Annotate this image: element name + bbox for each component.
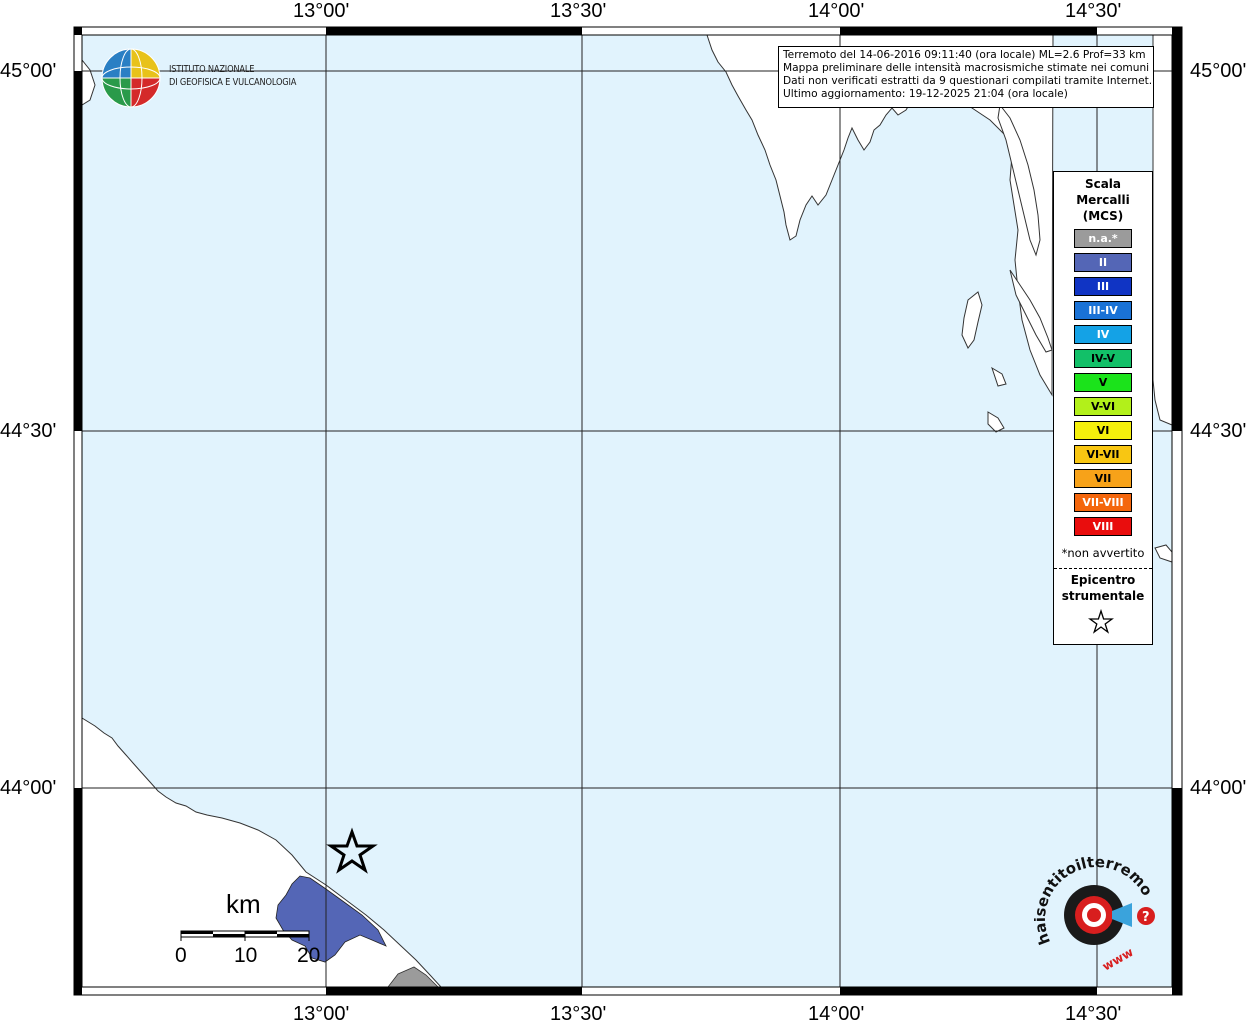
scale-tick-20: 20 bbox=[297, 944, 321, 967]
croatian-coast-right bbox=[1152, 34, 1173, 426]
legend-swatch-vii-viii: VII-VIII bbox=[1074, 493, 1132, 512]
legend-swatch-vi-vii: VI-VII bbox=[1074, 445, 1132, 464]
lat-label-left-1: 45°00' bbox=[0, 60, 57, 82]
lon-label-top-3: 14°00' bbox=[808, 0, 865, 22]
legend-swatch-iv: IV bbox=[1074, 325, 1132, 344]
event-info-line-4: Ultimo aggiornamento: 19-12-2025 21:04 (… bbox=[783, 88, 1068, 100]
legend-epicenter-line-1: Epicentro bbox=[1070, 573, 1136, 587]
legend-swatch-vii: VII bbox=[1074, 469, 1132, 488]
legend-title-line-3: (MCS) bbox=[1082, 209, 1124, 223]
scale-tick-0: 0 bbox=[175, 944, 187, 967]
lat-label-left-3: 44°00' bbox=[0, 777, 57, 799]
lon-label-bottom-2: 13°30' bbox=[550, 1003, 607, 1025]
scale-tick-10: 10 bbox=[234, 944, 258, 967]
institution-line-1: ISTITUTO NAZIONALE bbox=[169, 64, 255, 75]
lon-label-top-2: 13°30' bbox=[550, 0, 607, 22]
lon-label-top-1: 13°00' bbox=[293, 0, 350, 22]
legend-separator bbox=[1054, 568, 1152, 569]
lat-label-right-3: 44°00' bbox=[1190, 777, 1247, 799]
scale-unit: km bbox=[226, 889, 261, 919]
legend-epicenter-line-2: strumentale bbox=[1061, 589, 1145, 603]
badge-url-text: www bbox=[1100, 945, 1136, 973]
event-info-box: Terremoto del 14-06-2016 09:11:40 (ora l… bbox=[778, 46, 1154, 108]
institution-line-2: DI GEOFISICA E VULCANOLOGIA bbox=[169, 77, 297, 88]
legend-swatch-iii-iv: III-IV bbox=[1074, 301, 1132, 320]
legend-swatch-v-vi: V-VI bbox=[1074, 397, 1132, 416]
legend-swatch-viii: VIII bbox=[1074, 517, 1132, 536]
hai-sentito-badge: haisentitoilterremoto.it ? www bbox=[1034, 853, 1156, 973]
legend-title-line-1: Scala bbox=[1084, 177, 1122, 191]
institution-name: ISTITUTO NAZIONALE DI GEOFISICA E VULCAN… bbox=[169, 63, 296, 89]
legend-epicenter-title: Epicentro strumentale bbox=[1054, 572, 1152, 604]
lon-label-top-4: 14°30' bbox=[1065, 0, 1122, 22]
intensity-legend: Scala Mercalli (MCS) n.a.* II III III-IV IV I… bbox=[1053, 171, 1153, 645]
lon-label-bottom-4: 14°30' bbox=[1065, 1003, 1122, 1025]
legend-swatch-ii: II bbox=[1074, 253, 1132, 272]
legend-title-line-2: Mercalli bbox=[1076, 193, 1130, 207]
legend-swatch-n-a: n.a.* bbox=[1074, 229, 1132, 248]
ingv-logo-icon bbox=[101, 48, 161, 108]
legend-swatch-iii: III bbox=[1074, 277, 1132, 296]
lon-label-bottom-1: 13°00' bbox=[293, 1003, 350, 1025]
lat-label-right-1: 45°00' bbox=[1190, 60, 1247, 82]
legend-swatch-vi: VI bbox=[1074, 421, 1132, 440]
svg-text:?: ? bbox=[1142, 910, 1150, 925]
legend-swatch-v: V bbox=[1074, 373, 1132, 392]
lat-label-right-2: 44°30' bbox=[1190, 420, 1247, 442]
legend-title: Scala Mercalli (MCS) bbox=[1054, 176, 1152, 224]
legend-swatch-iv-v: IV-V bbox=[1074, 349, 1132, 368]
legend-na-note: *non avvertito bbox=[1061, 546, 1145, 560]
lon-label-bottom-3: 14°00' bbox=[808, 1003, 865, 1025]
lat-label-left-2: 44°30' bbox=[0, 420, 57, 442]
legend-star-icon bbox=[1088, 609, 1114, 634]
